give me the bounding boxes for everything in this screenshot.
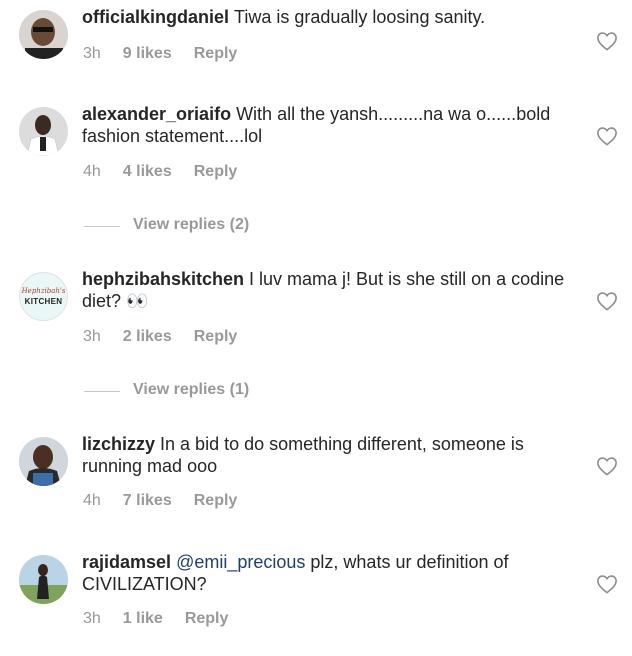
- avatar[interactable]: [19, 10, 68, 59]
- replies-divider: [84, 391, 120, 392]
- comment-mention[interactable]: @emii_precious: [176, 552, 305, 572]
- comment-likes[interactable]: 4 likes: [123, 163, 172, 180]
- comment-likes[interactable]: 2 likes: [123, 328, 172, 345]
- avatar[interactable]: Hephzibah's KITCHEN: [19, 272, 68, 321]
- heart-icon[interactable]: [596, 456, 618, 476]
- comment-text: Tiwa is gradually loosing sanity.: [234, 7, 486, 27]
- comment-time: 3h: [83, 45, 101, 62]
- heart-icon[interactable]: [596, 574, 618, 594]
- comment-username[interactable]: lizchizzy: [82, 434, 155, 454]
- replies-divider: [84, 226, 120, 227]
- avatar-logo-text: KITCHEN: [24, 297, 63, 306]
- comment-username[interactable]: alexander_oriaifo: [82, 104, 231, 124]
- comment-text-block: hephzibahskitchen I luv mama j! But is sh…: [82, 268, 578, 312]
- comment-likes[interactable]: 1 like: [123, 610, 163, 627]
- comment-meta: 4h 7 likes Reply: [83, 492, 259, 510]
- comment-time: 3h: [83, 610, 101, 627]
- comment-text-block: officialkingdaniel Tiwa is gradually loos…: [82, 6, 578, 28]
- comment-meta: 3h 1 like Reply: [83, 610, 250, 628]
- comment-time: 3h: [83, 328, 101, 345]
- comment-text-block: alexander_oriaifo With all the yansh.....…: [82, 103, 578, 147]
- comment-meta: 3h 9 likes Reply: [83, 45, 259, 63]
- comment-likes[interactable]: 9 likes: [123, 45, 172, 62]
- comment-likes[interactable]: 7 likes: [123, 492, 172, 509]
- view-replies-button[interactable]: View replies (2): [84, 216, 384, 236]
- reply-button[interactable]: Reply: [194, 163, 238, 180]
- heart-icon[interactable]: [596, 291, 618, 311]
- view-replies-button[interactable]: View replies (1): [84, 381, 384, 401]
- comment-meta: 3h 2 likes Reply: [83, 328, 259, 346]
- avatar[interactable]: [19, 555, 68, 604]
- avatar-logo-script: Hephzibah's: [21, 287, 66, 295]
- view-replies-label[interactable]: View replies (1): [133, 381, 249, 399]
- comment-time: 4h: [83, 492, 101, 509]
- reply-button[interactable]: Reply: [194, 45, 238, 62]
- comment-text-block: lizchizzy In a bid to do something differ…: [82, 433, 578, 477]
- reply-button[interactable]: Reply: [185, 610, 229, 627]
- comment-time: 4h: [83, 163, 101, 180]
- heart-icon[interactable]: [596, 126, 618, 146]
- reply-button[interactable]: Reply: [194, 492, 238, 509]
- comment-meta: 4h 4 likes Reply: [83, 163, 259, 181]
- avatar[interactable]: [19, 437, 68, 486]
- view-replies-label[interactable]: View replies (2): [133, 216, 249, 234]
- comment-text-block: rajidamsel @emii_precious plz, whats ur d…: [82, 551, 578, 595]
- comment-username[interactable]: hephzibahskitchen: [82, 269, 244, 289]
- heart-icon[interactable]: [596, 31, 618, 51]
- comment-username[interactable]: officialkingdaniel: [82, 7, 229, 27]
- reply-button[interactable]: Reply: [194, 328, 238, 345]
- avatar[interactable]: [19, 107, 68, 156]
- comment-username[interactable]: rajidamsel: [82, 552, 171, 572]
